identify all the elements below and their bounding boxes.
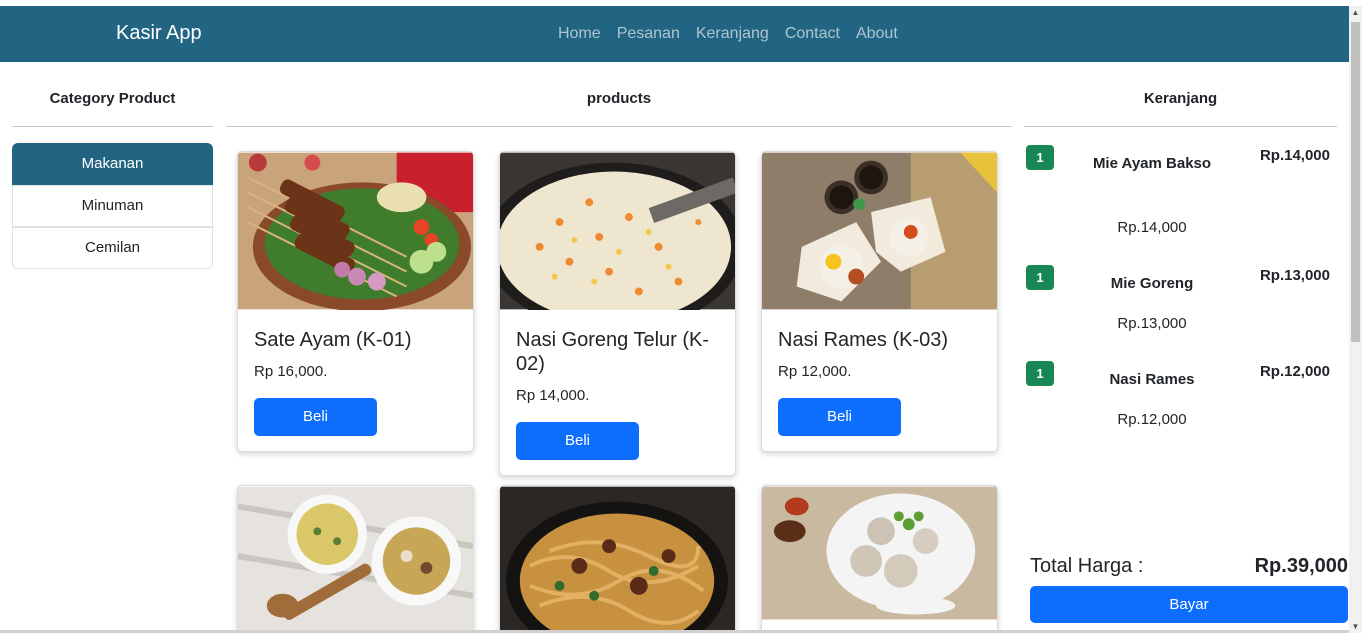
total-label: Total Harga :: [1030, 555, 1144, 577]
category-divider: [12, 126, 213, 127]
cart-item-price: Rp.14,000: [1117, 219, 1187, 236]
product-card: Sate Ayam (K-01) Rp 16,000. Beli: [237, 151, 474, 452]
product-price: Rp 16,000.: [254, 363, 328, 380]
product-image-nasi-rames: [762, 152, 997, 310]
product-price: Rp 14,000.: [516, 387, 590, 404]
product-card: [499, 485, 736, 633]
total-value: Rp.39,000: [1254, 555, 1348, 577]
cart-qty-badge: 1: [1026, 145, 1054, 170]
scroll-thumb[interactable]: [1351, 22, 1360, 342]
cart-item-price: Rp.12,000: [1117, 411, 1187, 428]
products-title: products: [586, 90, 652, 107]
navbar: Kasir App Home Pesanan Keranjang Contact…: [0, 6, 1349, 62]
product-image-sate: [238, 152, 473, 312]
scroll-up-arrow-icon[interactable]: ▲: [1349, 6, 1362, 19]
product-price: Rp 12,000.: [778, 363, 852, 380]
product-image-bakso: [762, 486, 997, 620]
nav-pesanan[interactable]: Pesanan: [617, 25, 680, 43]
cart-item-name[interactable]: Mie Ayam Bakso: [1092, 152, 1212, 176]
product-card: Nasi Rames (K-03) Rp 12,000. Beli: [761, 151, 998, 452]
category-makanan[interactable]: Makanan: [12, 143, 213, 185]
beli-button[interactable]: Beli: [254, 398, 377, 436]
products-divider: [226, 126, 1012, 127]
cart-qty-badge: 1: [1026, 361, 1054, 386]
page-scrollbar[interactable]: ▲ ▼: [1349, 6, 1362, 633]
product-name: Nasi Goreng Telur (K-02): [516, 329, 710, 375]
product-image-mie-goreng: [500, 486, 735, 633]
nav-about[interactable]: About: [856, 25, 898, 43]
category-cemilan[interactable]: Cemilan: [12, 227, 213, 269]
cart-divider: [1024, 126, 1337, 127]
product-card: Nasi Goreng Telur (K-02) Rp 14,000. Beli: [499, 151, 736, 476]
nav-contact[interactable]: Contact: [785, 25, 840, 43]
product-card: [761, 485, 998, 633]
product-image-soto: [238, 486, 473, 633]
nav-keranjang[interactable]: Keranjang: [696, 25, 769, 43]
brand-title[interactable]: Kasir App: [116, 22, 202, 45]
beli-button[interactable]: Beli: [778, 398, 901, 436]
cart-qty-badge: 1: [1026, 265, 1054, 290]
category-minuman[interactable]: Minuman: [12, 185, 213, 227]
nav-links: Home Pesanan Keranjang Contact About: [558, 25, 898, 43]
cart-title: Keranjang: [1143, 90, 1218, 107]
cart-item-name[interactable]: Mie Goreng: [1092, 272, 1212, 296]
scroll-down-arrow-icon[interactable]: ▼: [1349, 620, 1362, 633]
cart-item-total: Rp.13,000: [1259, 267, 1330, 284]
product-image-nasi-goreng: [500, 152, 735, 332]
cart-item-price: Rp.13,000: [1117, 315, 1187, 332]
product-name: Sate Ayam (K-01): [254, 329, 412, 351]
cart-item-total: Rp.14,000: [1259, 147, 1330, 164]
cart-item-total: Rp.12,000: [1259, 363, 1330, 380]
category-title: Category Product: [49, 90, 176, 107]
nav-home[interactable]: Home: [558, 25, 601, 43]
product-card: [237, 485, 474, 633]
beli-button[interactable]: Beli: [516, 422, 639, 460]
cart-item-name[interactable]: Nasi Rames: [1092, 368, 1212, 392]
bayar-button[interactable]: Bayar: [1030, 586, 1348, 623]
product-name: Nasi Rames (K-03): [778, 329, 949, 351]
